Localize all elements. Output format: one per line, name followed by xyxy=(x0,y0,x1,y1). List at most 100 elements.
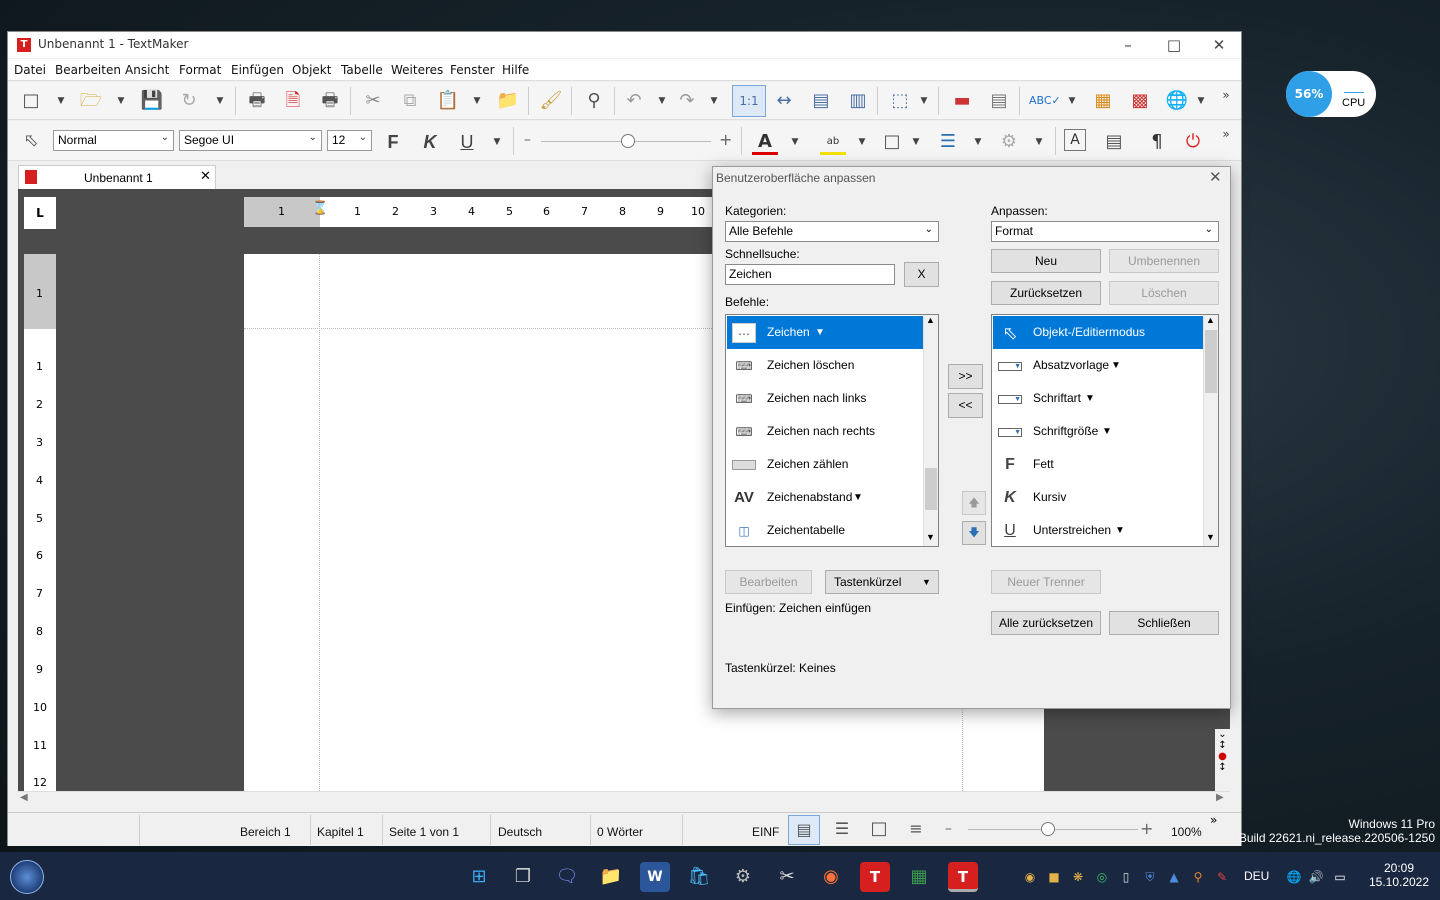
tray-search-icon[interactable]: ⚲ xyxy=(1189,868,1207,886)
firefox-icon[interactable]: ◉ xyxy=(816,862,846,892)
anpassen-list[interactable]: ⬁ Objekt-/Editiermodus ▼ Absatzvorlage ▼ ▼ S… xyxy=(991,314,1219,547)
spellcheck-dropdown-icon[interactable]: ▼ xyxy=(1067,88,1077,114)
menu-weiteres[interactable]: Weiteres xyxy=(391,63,443,77)
font-color-icon[interactable]: A xyxy=(752,129,778,155)
web-icon[interactable]: 🌐 xyxy=(1164,88,1190,114)
font-color-dropdown-icon[interactable]: ▼ xyxy=(790,129,800,155)
scroll-thumb[interactable] xyxy=(925,468,937,510)
print-icon[interactable]: 🖶 xyxy=(244,88,270,114)
tastenkuerzel-button[interactable]: Tastenkürzel ▼ xyxy=(825,570,939,594)
neuer-trenner-button[interactable]: Neuer Trenner xyxy=(991,570,1101,594)
status-insert-mode[interactable]: EINF xyxy=(752,825,779,839)
zoom-slider-thumb[interactable] xyxy=(1041,822,1055,836)
tray-usb-icon[interactable]: ▯ xyxy=(1117,868,1135,886)
textframe-icon[interactable]: A xyxy=(1064,129,1086,151)
title-bar[interactable]: T Unbenannt 1 - TextMaker – □ ✕ xyxy=(8,32,1241,58)
maximize-button[interactable]: □ xyxy=(1151,32,1197,58)
spellcheck-icon[interactable]: ABC✓ xyxy=(1029,88,1061,114)
page-view-icon[interactable]: □ xyxy=(863,815,895,845)
indent-marker-icon[interactable]: ⌛ xyxy=(312,201,328,227)
horizontal-scrollbar[interactable]: ◀ ▶ xyxy=(18,791,1230,807)
search-icon[interactable]: ⚲ xyxy=(581,88,607,114)
list-icon[interactable]: ☰ xyxy=(935,129,961,155)
scroll-right-icon[interactable]: ▶ xyxy=(1216,792,1224,803)
power-icon[interactable]: ⏻ xyxy=(1180,129,1206,155)
open-folder-icon[interactable]: 🗁 xyxy=(78,88,104,114)
tray-app-icon[interactable]: ■ xyxy=(1045,868,1063,886)
list-item[interactable]: ⌨ Zeichen nach rechts xyxy=(727,415,923,448)
two-pages-icon[interactable]: ▥ xyxy=(845,88,871,114)
full-page-icon[interactable]: ▤ xyxy=(808,88,834,114)
tray-app-icon[interactable]: ❋ xyxy=(1069,868,1087,886)
highlight-dropdown-icon[interactable]: ▼ xyxy=(857,129,867,155)
form-field-icon[interactable]: ▬ xyxy=(949,88,975,114)
font-select[interactable]: Segoe UI ⌄ xyxy=(179,130,322,151)
alle-zuruecksetzen-button[interactable]: Alle zurücksetzen xyxy=(991,611,1101,635)
border-dropdown-icon[interactable]: ▼ xyxy=(911,129,921,155)
tray-clock[interactable]: 20:09 15.10.2022 xyxy=(1366,861,1432,889)
menu-datei[interactable]: Datei xyxy=(14,63,46,77)
clear-search-button[interactable]: X xyxy=(904,262,939,287)
task-view-icon[interactable]: ❐ xyxy=(508,862,538,892)
tab-stop-selector[interactable]: L xyxy=(24,197,56,229)
menu-einfuegen[interactable]: Einfügen xyxy=(231,63,284,77)
anpassen-scrollbar[interactable]: ▲ ▼ xyxy=(1203,315,1218,546)
list-item[interactable]: ▼ Schriftart ▼ xyxy=(993,382,1203,415)
outline-view-icon[interactable]: ≡ xyxy=(900,815,932,845)
underline-button[interactable]: U xyxy=(454,129,480,155)
neu-button[interactable]: Neu xyxy=(991,249,1101,273)
paste-dropdown-icon[interactable]: ▼ xyxy=(472,88,482,114)
list-item[interactable]: F Fett xyxy=(993,448,1203,481)
chat-icon[interactable]: 🗨 xyxy=(552,862,582,892)
numbering-icon[interactable]: ⚙ xyxy=(996,129,1022,155)
store-icon[interactable]: 🛍 xyxy=(684,862,714,892)
textmaker-taskbar-icon[interactable]: T xyxy=(860,862,890,892)
save-dropdown-icon[interactable]: ▼ xyxy=(215,88,225,114)
form-object-icon[interactable]: ▤ xyxy=(986,88,1012,114)
paste-icon[interactable]: 📋 xyxy=(435,88,461,114)
undo-icon[interactable]: ↶ xyxy=(621,88,647,114)
start-orb-icon[interactable] xyxy=(10,860,44,894)
doc-tab[interactable]: Unbenannt 1 ✕ xyxy=(18,165,216,189)
snipping-tool-icon[interactable]: ✂ xyxy=(772,862,802,892)
scroll-down-icon[interactable]: ▼ xyxy=(926,532,935,542)
select-mode-icon[interactable]: ⬁ xyxy=(18,128,44,154)
zoom-in-icon[interactable]: + xyxy=(719,130,732,149)
cut-icon[interactable]: ✂ xyxy=(360,88,386,114)
clipboard-folder-icon[interactable]: 📁 xyxy=(495,88,521,114)
toolbar-overflow-icon[interactable]: » xyxy=(1221,82,1231,108)
tray-volume-icon[interactable]: 🔊 xyxy=(1307,868,1325,886)
menu-tabelle[interactable]: Tabelle xyxy=(341,63,383,77)
list-item[interactable]: AV Zeichenabstand ▼ xyxy=(727,481,923,514)
list-item[interactable]: ⋯ Zeichen ▼ xyxy=(727,316,923,349)
list-item[interactable]: ▼ Absatzvorlage ▼ xyxy=(993,349,1203,382)
frame-dropdown-icon[interactable]: ▼ xyxy=(919,88,929,114)
loeschen-button[interactable]: Löschen xyxy=(1109,281,1219,305)
textmaker-active-icon[interactable]: T xyxy=(948,862,978,892)
menu-bearbeiten[interactable]: Bearbeiten xyxy=(55,63,121,77)
web-dropdown-icon[interactable]: ▼ xyxy=(1196,88,1206,114)
tray-app-icon[interactable]: ✎ xyxy=(1213,868,1231,886)
planmaker-icon[interactable]: ▦ xyxy=(904,862,934,892)
tray-app-icon[interactable]: ◎ xyxy=(1093,868,1111,886)
word-icon[interactable]: W xyxy=(640,862,670,892)
list-item[interactable]: Zeichen zählen xyxy=(727,448,923,481)
bearbeiten-button[interactable]: Bearbeiten xyxy=(725,570,812,594)
spacing-slider-thumb[interactable] xyxy=(621,134,635,148)
scroll-up-icon[interactable]: ▲ xyxy=(1206,315,1215,325)
tray-network-icon[interactable]: ▲ xyxy=(1165,868,1183,886)
frame-icon[interactable]: ⬚ xyxy=(887,88,913,114)
list-item[interactable]: ◫ Zeichentabelle xyxy=(727,514,923,546)
list-item[interactable]: ⌨ Zeichen nach links xyxy=(727,382,923,415)
scroll-thumb[interactable] xyxy=(1205,330,1217,393)
tray-globe-icon[interactable]: 🌐 xyxy=(1285,868,1303,886)
tray-language[interactable]: DEU xyxy=(1244,869,1269,883)
paragraph-style-select[interactable]: Normal ⌄ xyxy=(53,130,174,151)
pdf-export-icon[interactable]: 🗎 xyxy=(280,88,306,114)
database-icon[interactable]: ▩ xyxy=(1127,88,1153,114)
list-item[interactable]: ▼ Schriftgröße ▼ xyxy=(993,415,1203,448)
remove-command-button[interactable]: << xyxy=(948,393,983,418)
minimize-button[interactable]: – xyxy=(1105,32,1151,58)
scroll-down-icon[interactable]: ▼ xyxy=(1206,532,1215,542)
status-language[interactable]: Deutsch xyxy=(498,825,542,839)
